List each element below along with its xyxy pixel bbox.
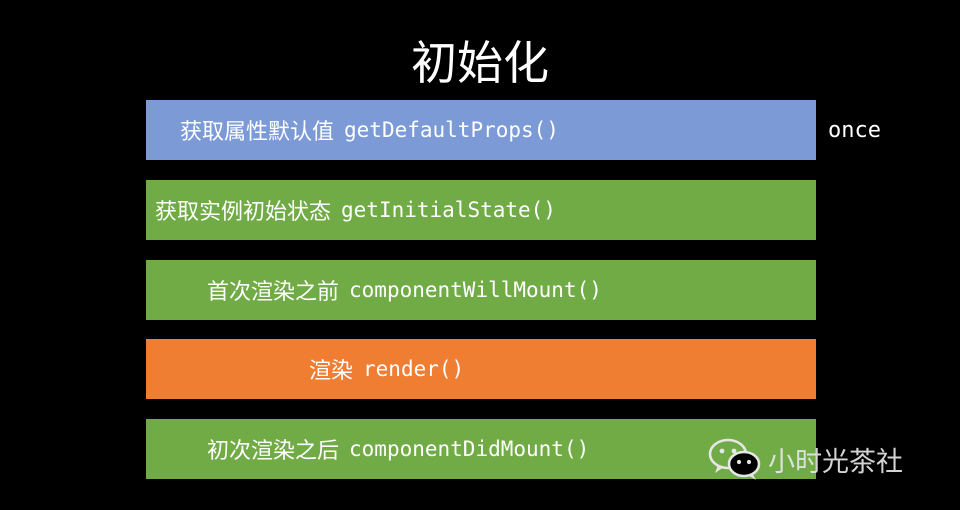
step-label: 渲染 xyxy=(309,359,354,384)
step-render: 渲染 render() xyxy=(146,339,816,399)
step-label: 初次渲染之后 xyxy=(207,439,340,464)
step-method: componentDidMount() xyxy=(349,437,590,461)
step-component-will-mount: 首次渲染之前 componentWillMount() xyxy=(146,260,816,320)
step-label: 首次渲染之前 xyxy=(207,280,340,305)
diagram-title: 初始化 xyxy=(411,36,549,90)
wechat-icon xyxy=(708,438,761,480)
step-method: componentWillMount() xyxy=(349,278,602,302)
step-get-default-props: 获取属性默认值 getDefaultProps() xyxy=(146,100,816,160)
step-get-initial-state: 获取实例初始状态 getInitialState() xyxy=(146,180,816,240)
once-note: once xyxy=(828,118,881,143)
step-method: render() xyxy=(363,357,465,381)
watermark: 小时光茶社 xyxy=(706,436,903,482)
step-method: getDefaultProps() xyxy=(344,118,559,142)
step-method: getInitialState() xyxy=(341,198,556,222)
watermark-text: 小时光茶社 xyxy=(768,446,903,478)
step-label: 获取属性默认值 xyxy=(180,120,335,145)
step-label: 获取实例初始状态 xyxy=(155,200,332,225)
